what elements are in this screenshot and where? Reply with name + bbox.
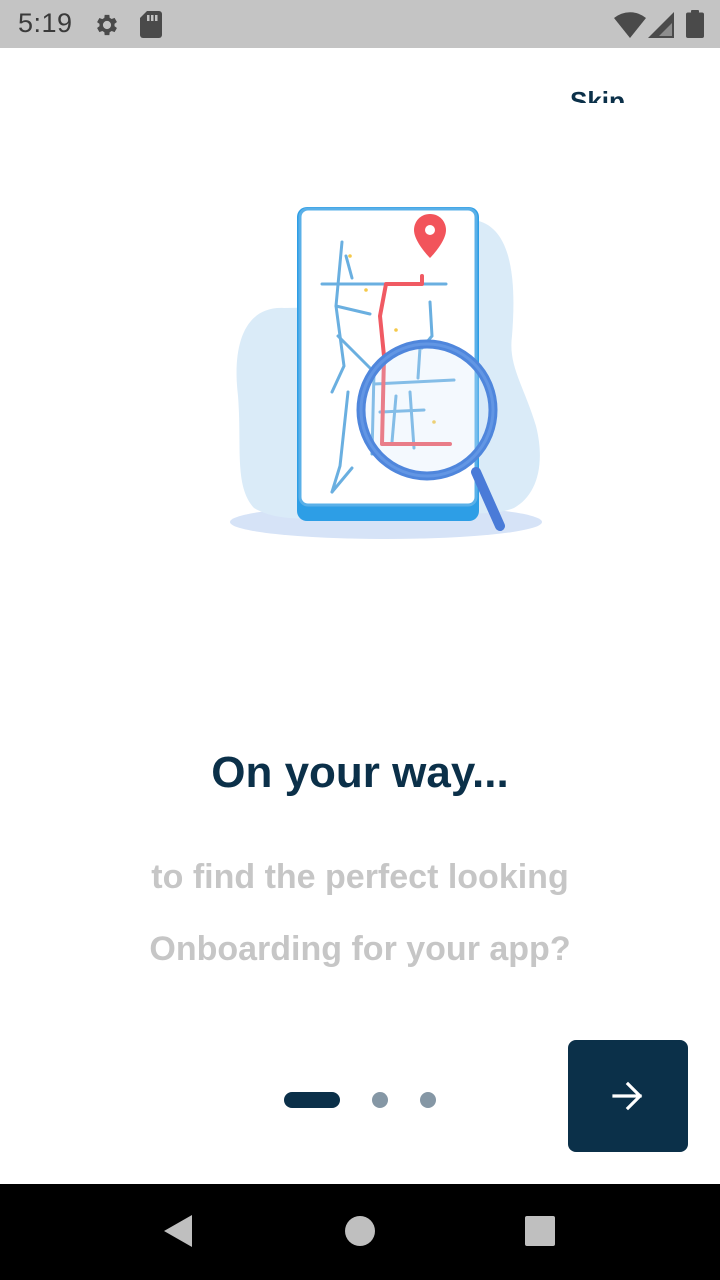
onboarding-subtitle-line1: to find the perfect looking xyxy=(151,858,569,896)
sd-card-icon xyxy=(140,11,162,38)
skip-button[interactable]: Skip xyxy=(560,84,650,103)
map-search-illustration xyxy=(230,207,542,539)
back-icon[interactable] xyxy=(162,1214,194,1248)
next-button[interactable] xyxy=(568,1040,688,1152)
home-icon[interactable] xyxy=(344,1215,376,1247)
status-bar: 5:19 xyxy=(0,0,720,48)
skip-label: Skip xyxy=(570,86,625,103)
status-time: 5:19 xyxy=(18,8,73,38)
onboarding-screen: 5:19 Skip On your way... to find the per… xyxy=(0,0,720,1280)
signal-icon xyxy=(648,12,674,38)
page-indicator-dot xyxy=(420,1092,436,1108)
gear-icon xyxy=(97,14,117,36)
battery-icon xyxy=(686,10,704,38)
page-indicator-active xyxy=(284,1092,340,1108)
wifi-icon xyxy=(614,12,646,38)
onboarding-subtitle-line2: Onboarding for your app? xyxy=(149,930,571,968)
page-indicator-dot xyxy=(372,1092,388,1108)
arrow-right-icon xyxy=(612,1081,643,1111)
recents-icon[interactable] xyxy=(524,1215,556,1247)
onboarding-title: On your way... xyxy=(211,748,509,797)
